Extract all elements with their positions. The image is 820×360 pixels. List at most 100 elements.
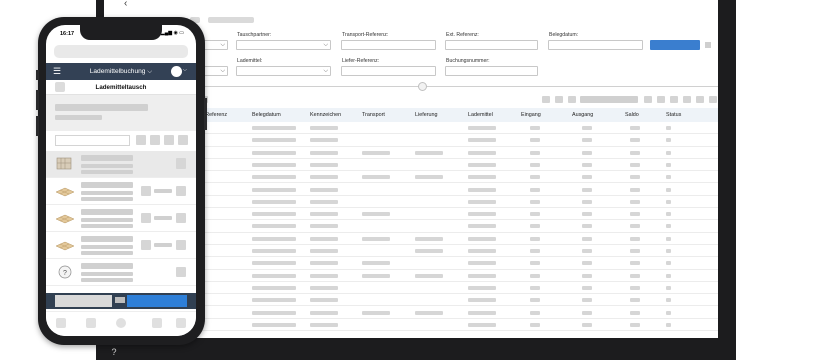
table-cell — [666, 212, 671, 217]
liefer-referenz-input[interactable] — [341, 66, 436, 76]
table-cell — [468, 322, 496, 327]
table-cell — [252, 261, 296, 266]
decrement-button[interactable] — [141, 240, 151, 250]
table-cell — [362, 261, 390, 266]
table-cell — [582, 285, 592, 290]
avatar[interactable] — [171, 66, 182, 77]
column-header[interactable]: Eingang — [521, 112, 541, 118]
table-cell — [362, 212, 390, 217]
resize-handle[interactable] — [418, 82, 427, 91]
list-item[interactable]: ? — [46, 259, 196, 286]
secondary-button[interactable] — [55, 295, 112, 307]
list-item[interactable] — [46, 205, 196, 232]
list-item[interactable] — [46, 178, 196, 205]
chevron-down-icon: ⌵ — [220, 68, 225, 74]
app-bar: ☰ Lademittelbuchung ⌵ ⌵ — [46, 63, 196, 80]
stage: ⌂ ? ‹ ⌵ Tauschpartner: ⌵ Transport-Refer… — [0, 0, 820, 360]
search-button[interactable] — [650, 40, 700, 50]
table-cell — [468, 310, 496, 315]
placeholder-text — [81, 209, 133, 215]
tab-icon[interactable] — [152, 318, 162, 328]
chevron-down-icon[interactable]: ⌵ — [183, 67, 187, 73]
table-cell — [252, 273, 296, 278]
toolbar-icon[interactable] — [568, 96, 576, 103]
page-title: Lademitteltausch — [95, 84, 147, 91]
buchungsnummer-input[interactable] — [445, 66, 538, 76]
table-cell — [530, 310, 540, 315]
toolbar-icon[interactable] — [709, 96, 717, 103]
tab-icon[interactable] — [116, 318, 126, 328]
table-cell — [666, 298, 671, 303]
column-header[interactable]: Lieferung — [415, 112, 437, 118]
tab-icon[interactable] — [56, 318, 66, 328]
status-time: 16:17 — [60, 31, 75, 37]
settings-icon[interactable] — [705, 42, 711, 48]
table-cell — [582, 249, 592, 253]
lademittel-select[interactable]: ⌵ — [236, 66, 331, 76]
toolbar-icon[interactable] — [670, 96, 678, 103]
increment-button[interactable] — [176, 186, 186, 196]
placeholder-text — [81, 251, 133, 255]
table-cell — [582, 224, 592, 229]
toolbar-icon[interactable] — [696, 96, 704, 103]
phone-side-button — [36, 90, 39, 110]
table-cell — [582, 126, 592, 130]
table-cell — [468, 162, 496, 167]
separator-button[interactable] — [115, 297, 125, 303]
primary-button[interactable] — [127, 295, 187, 307]
table-cell — [530, 150, 540, 155]
filter-icon[interactable] — [178, 135, 188, 145]
decrement-button[interactable] — [141, 213, 151, 223]
address-bar[interactable] — [54, 45, 188, 58]
placeholder-text — [81, 164, 133, 168]
toolbar-icon[interactable] — [644, 96, 652, 103]
list-item[interactable] — [46, 151, 196, 178]
chevron-down-icon: ⌵ — [220, 42, 225, 48]
column-header[interactable]: Belegdatum — [252, 112, 281, 118]
toolbar-icon[interactable] — [542, 96, 550, 103]
belegdatum-input[interactable] — [548, 40, 643, 50]
column-header[interactable]: Transport — [362, 112, 385, 118]
column-header[interactable]: Ausgang — [572, 112, 593, 118]
table-cell — [310, 150, 338, 155]
table-cell — [530, 175, 540, 180]
table-cell — [252, 150, 296, 155]
table-cell — [310, 175, 338, 180]
toolbar-icon[interactable] — [657, 96, 665, 103]
ext-referenz-input[interactable] — [445, 40, 538, 50]
filter-icon[interactable] — [164, 135, 174, 145]
filter-icon[interactable] — [150, 135, 160, 145]
column-header[interactable]: Lademittel — [468, 112, 493, 118]
help-icon[interactable]: ? — [107, 346, 121, 358]
increment-button[interactable] — [176, 213, 186, 223]
transport-referenz-input[interactable] — [341, 40, 436, 50]
table-cell — [630, 298, 640, 303]
decrement-button[interactable] — [141, 186, 151, 196]
tab-icon[interactable] — [176, 318, 186, 328]
filter-icon[interactable] — [136, 135, 146, 145]
quantity-value[interactable] — [154, 243, 172, 247]
table-cell — [630, 224, 640, 229]
increment-button[interactable] — [176, 240, 186, 250]
list-item[interactable] — [46, 232, 196, 259]
column-header[interactable]: Kennzeichen — [310, 112, 341, 118]
toolbar-icon[interactable] — [555, 96, 563, 103]
filter-label-transport-referenz: Transport-Referenz: — [342, 32, 389, 38]
tab-icon[interactable] — [86, 318, 96, 328]
table-cell — [666, 150, 671, 155]
quantity-value[interactable] — [154, 189, 172, 193]
quantity-value[interactable] — [154, 216, 172, 220]
euro-pallet-icon — [55, 214, 75, 224]
column-header[interactable]: Status — [666, 112, 681, 118]
chevron-left-icon[interactable]: ‹ — [124, 0, 127, 9]
filter-label-tauschpartner: Tauschpartner: — [237, 32, 272, 38]
toolbar-icon[interactable] — [683, 96, 691, 103]
item-action[interactable] — [176, 158, 186, 169]
search-input[interactable] — [55, 135, 130, 146]
placeholder-text — [81, 155, 133, 161]
item-action[interactable] — [176, 267, 186, 277]
column-header[interactable]: Saldo — [625, 112, 639, 118]
svg-text:?: ? — [63, 270, 67, 277]
table-cell — [362, 150, 390, 155]
tauschpartner-select[interactable]: ⌵ — [236, 40, 331, 50]
